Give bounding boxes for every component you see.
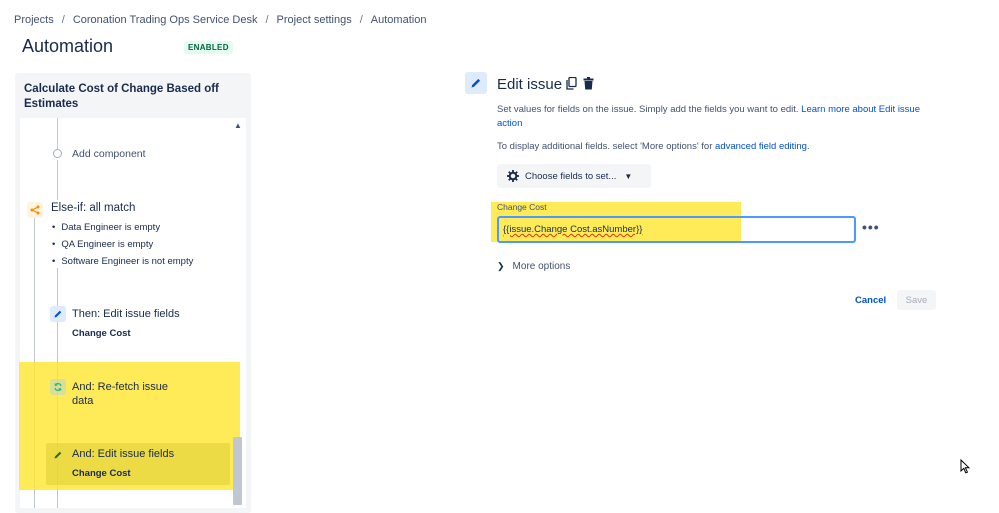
field-label-change-cost: Change Cost: [497, 202, 547, 212]
more-actions-icon[interactable]: •••: [862, 219, 880, 235]
change-cost-input-value: {{issue.Change Cost.asNumber}}: [503, 224, 643, 235]
additional-fields-note: To display additional fields. select 'Mo…: [497, 141, 810, 152]
trash-icon[interactable]: [581, 76, 595, 90]
branch-icon: [27, 202, 43, 218]
choose-fields-button[interactable]: Choose fields to set... ▼: [497, 164, 651, 188]
edit-issue-pencil-icon: [465, 72, 487, 94]
condition-item: QA Engineer is empty: [52, 239, 153, 250]
step-then-edit-subtitle: Change Cost: [72, 328, 131, 339]
condition-item: Software Engineer is not empty: [52, 256, 193, 267]
scroll-up-arrow-icon[interactable]: ▲: [234, 121, 242, 130]
condition-item: Data Engineer is empty: [52, 222, 160, 233]
breadcrumb-separator: /: [265, 14, 269, 26]
status-badge: ENABLED: [184, 41, 233, 54]
scrollbar[interactable]: [233, 437, 242, 505]
breadcrumb: Projects / Coronation Trading Ops Servic…: [14, 14, 426, 26]
advanced-field-editing-link[interactable]: advanced field editing: [715, 141, 807, 152]
breadcrumb-automation[interactable]: Automation: [371, 14, 427, 26]
description-text: Set values for fields on the issue. Simp…: [497, 104, 799, 115]
more-options-label: More options: [512, 261, 571, 272]
pencil-glyph-icon: [54, 310, 62, 318]
more-options-toggle[interactable]: ❯ More options: [497, 261, 570, 272]
pencil-icon: [50, 306, 66, 322]
else-if-label[interactable]: Else-if: all match: [51, 202, 135, 214]
add-component-link[interactable]: Add component: [72, 148, 146, 160]
breadcrumb-separator: /: [359, 14, 363, 26]
chevron-right-icon: ❯: [497, 261, 505, 271]
rule-name: Calculate Cost of Change Based off Estim…: [24, 83, 219, 110]
step-then-edit-issue-fields[interactable]: Then: Edit issue fields: [72, 307, 180, 321]
save-button[interactable]: Save: [897, 290, 936, 310]
step-and-edit-subtitle: Change Cost: [72, 468, 131, 479]
refresh-glyph-icon: [54, 382, 62, 392]
mouse-cursor-icon: [960, 458, 971, 479]
additional-suffix: .: [806, 141, 810, 152]
breadcrumb-project[interactable]: Coronation Trading Ops Service Desk: [73, 14, 258, 26]
step-refetch-issue-data[interactable]: And: Re-fetch issue data: [72, 380, 182, 408]
trash-glyph-icon: [583, 76, 593, 89]
pencil-glyph-icon: [54, 451, 62, 459]
breadcrumb-separator: /: [61, 14, 65, 26]
copy-icon[interactable]: [564, 76, 578, 90]
breadcrumb-projects[interactable]: Projects: [14, 14, 54, 26]
page-title: Automation: [22, 36, 114, 56]
chevron-down-icon: ▼: [624, 171, 633, 181]
step-and-edit-issue-fields[interactable]: And: Edit issue fields: [72, 447, 174, 461]
detail-description: Set values for fields on the issue. Simp…: [497, 103, 927, 131]
change-cost-input[interactable]: {{issue.Change Cost.asNumber}}: [497, 216, 856, 243]
cancel-button[interactable]: Cancel: [847, 290, 894, 310]
refresh-icon: [50, 379, 66, 395]
pencil-glyph-icon: [471, 78, 481, 88]
gear-icon: [507, 170, 519, 182]
breadcrumb-project-settings[interactable]: Project settings: [277, 14, 352, 26]
pencil-icon: [50, 447, 66, 463]
additional-text: To display additional fields. select 'Mo…: [497, 141, 713, 152]
copy-glyph-icon: [565, 76, 577, 90]
detail-title: Edit issue: [497, 76, 563, 93]
cursor-glyph-icon: [960, 458, 971, 474]
branch-glyph-icon: [30, 205, 40, 215]
tree-line: [57, 160, 58, 200]
choose-fields-label: Choose fields to set...: [525, 170, 617, 182]
add-component-dot-icon[interactable]: [53, 149, 62, 158]
